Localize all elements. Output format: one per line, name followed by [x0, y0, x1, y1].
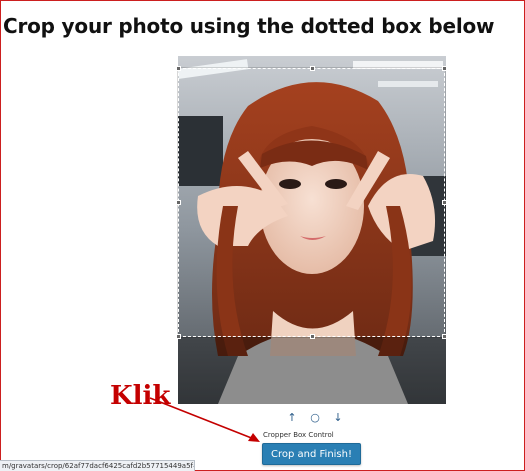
- crop-handle-middle-right[interactable]: [442, 200, 447, 205]
- cropper-control-label: Cropper Box Control: [263, 431, 334, 439]
- crop-handle-bottom-right[interactable]: [442, 334, 447, 339]
- crop-handle-top-middle[interactable]: [310, 66, 315, 71]
- page-title: Crop your photo using the dotted box bel…: [3, 14, 495, 38]
- annotation-arrow-icon: [149, 397, 260, 442]
- crop-handle-middle-left[interactable]: [176, 200, 181, 205]
- move-down-icon[interactable]: ↓: [331, 411, 345, 424]
- reset-icon[interactable]: ○: [308, 411, 322, 424]
- crop-handle-top-left[interactable]: [176, 66, 181, 71]
- crop-handle-top-right[interactable]: [442, 66, 447, 71]
- crop-handle-bottom-middle[interactable]: [310, 334, 315, 339]
- crop-handle-bottom-left[interactable]: [176, 334, 181, 339]
- move-up-icon[interactable]: ↑: [285, 411, 299, 424]
- crop-outside-shade: [178, 337, 446, 404]
- status-bar-url: m/gravatars/crop/62af77dacf6425cafd2b577…: [0, 460, 195, 471]
- cropper-controls: ↑ ○ ↓: [285, 410, 345, 424]
- crop-and-finish-button[interactable]: Crop and Finish!: [262, 443, 361, 465]
- crop-selection-box[interactable]: [176, 66, 447, 339]
